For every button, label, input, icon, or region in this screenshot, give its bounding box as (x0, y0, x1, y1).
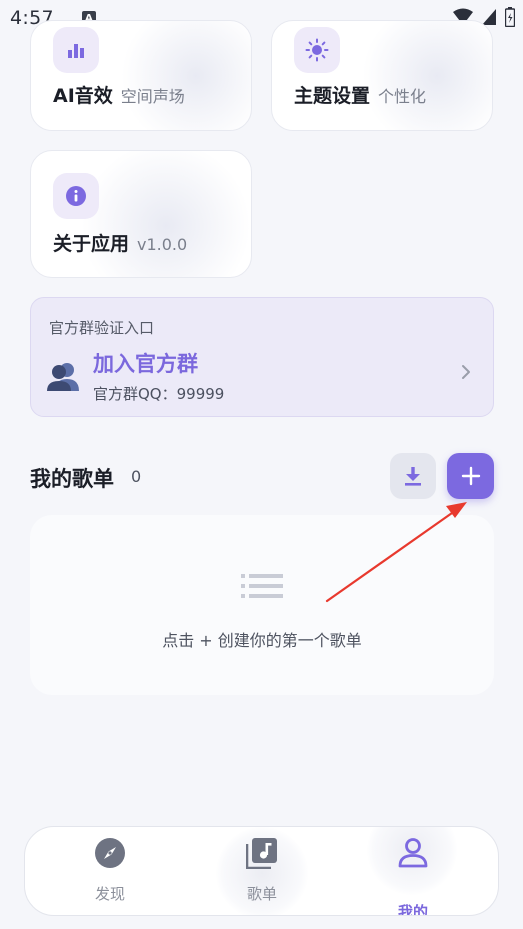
join-group-title: 加入官方群 (93, 352, 198, 376)
feature-title-text: 主题设置 (294, 85, 371, 107)
feature-icon-tile (294, 27, 340, 73)
sun-icon (305, 38, 329, 62)
battery-icon (505, 7, 515, 27)
empty-playlist-hint: 点击 + 创建你的第一个歌单 (162, 631, 362, 650)
feature-card-theme[interactable]: 主题设置 个性化 (271, 20, 493, 131)
playlists-count: 0 (131, 467, 142, 486)
feature-title-text: 关于应用 (53, 233, 130, 255)
people-icon (47, 363, 79, 391)
info-icon (66, 186, 86, 206)
feature-title: 关于应用 v1.0.0 (53, 229, 187, 256)
download-icon (405, 467, 421, 486)
feature-subtitle: 空间声场 (120, 87, 185, 106)
nav-label: 我的 (397, 903, 428, 916)
nav-playlists[interactable]: 歌单 (202, 827, 322, 915)
add-playlist-button[interactable] (447, 453, 494, 499)
bar-chart-icon (68, 44, 84, 58)
list-icon (241, 574, 283, 598)
feature-title: 主题设置 个性化 (294, 81, 426, 108)
feature-subtitle: v1.0.0 (137, 235, 188, 254)
feature-card-ai-audio[interactable]: AI音效 空间声场 (30, 20, 252, 131)
feature-icon-tile (53, 27, 99, 73)
empty-playlist-card: 点击 + 创建你的第一个歌单 (30, 515, 494, 695)
official-group-card[interactable]: 官方群验证入口 加入官方群 官方群QQ：99999 (30, 297, 494, 417)
feature-subtitle: 个性化 (378, 87, 427, 106)
nav-discover[interactable]: 发现 (50, 827, 170, 915)
compass-icon (95, 838, 125, 868)
feature-card-about[interactable]: 关于应用 v1.0.0 (30, 150, 252, 278)
chevron-right-icon (462, 365, 470, 379)
playlists-title: 我的歌单 (30, 467, 114, 491)
feature-title-text: AI音效 (53, 85, 113, 107)
bottom-navigation: 发现 歌单 我的 (24, 826, 499, 916)
download-button[interactable] (390, 453, 436, 499)
user-icon (398, 838, 428, 868)
nav-label: 发现 (94, 885, 125, 903)
group-qq-number: 官方群QQ：99999 (93, 385, 225, 403)
music-library-icon (246, 838, 277, 869)
nav-mine[interactable]: 我的 (353, 827, 473, 916)
nav-label: 歌单 (246, 885, 277, 903)
group-label: 官方群验证入口 (49, 319, 155, 337)
feature-icon-tile (53, 173, 99, 219)
feature-title: AI音效 空间声场 (53, 81, 185, 108)
plus-icon (461, 466, 480, 486)
